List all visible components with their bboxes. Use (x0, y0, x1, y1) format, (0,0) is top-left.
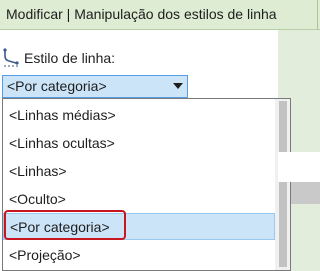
context-tab-title-bar: Modificar | Manipulação dos estilos de l… (0, 0, 320, 30)
scrollbar-thumb[interactable] (279, 101, 287, 267)
dropdown-option-label: <Linhas ocultas> (9, 135, 115, 151)
line-style-dropdown[interactable]: <Por categoria> (2, 75, 188, 98)
dropdown-option[interactable]: <Oculto> (3, 186, 275, 213)
dropdown-option[interactable]: <Projeção> (3, 242, 275, 269)
dropdown-option-label: <Linhas> (9, 163, 67, 179)
line-style-label-row: Estilo de linha: (0, 48, 278, 70)
line-style-label: Estilo de linha: (24, 50, 116, 66)
dropdown-option-label: <Projeção> (9, 247, 81, 263)
panel-header-strip (291, 182, 320, 204)
dropdown-option-label: <Linhas médias> (9, 107, 116, 123)
ribbon-background-lower (291, 204, 320, 271)
annotation-highlight-box (4, 210, 126, 240)
context-tab-title: Modificar | Manipulação dos estilos de l… (6, 6, 277, 22)
line-style-icon (3, 48, 19, 67)
chevron-down-icon[interactable] (173, 83, 183, 89)
title-divider (317, 0, 318, 30)
line-style-selected-value: <Por categoria> (7, 78, 107, 94)
dropdown-option[interactable]: <Linhas> (3, 158, 275, 185)
list-scrollbar[interactable] (275, 99, 290, 270)
line-style-options-list[interactable]: <Linhas médias> <Linhas ocultas> <Linhas… (2, 98, 291, 271)
panel-gap (278, 152, 320, 182)
dropdown-option-label: <Oculto> (9, 191, 66, 207)
dropdown-option[interactable]: <Linhas ocultas> (3, 130, 275, 157)
dropdown-option[interactable]: <Linhas médias> (3, 102, 275, 129)
